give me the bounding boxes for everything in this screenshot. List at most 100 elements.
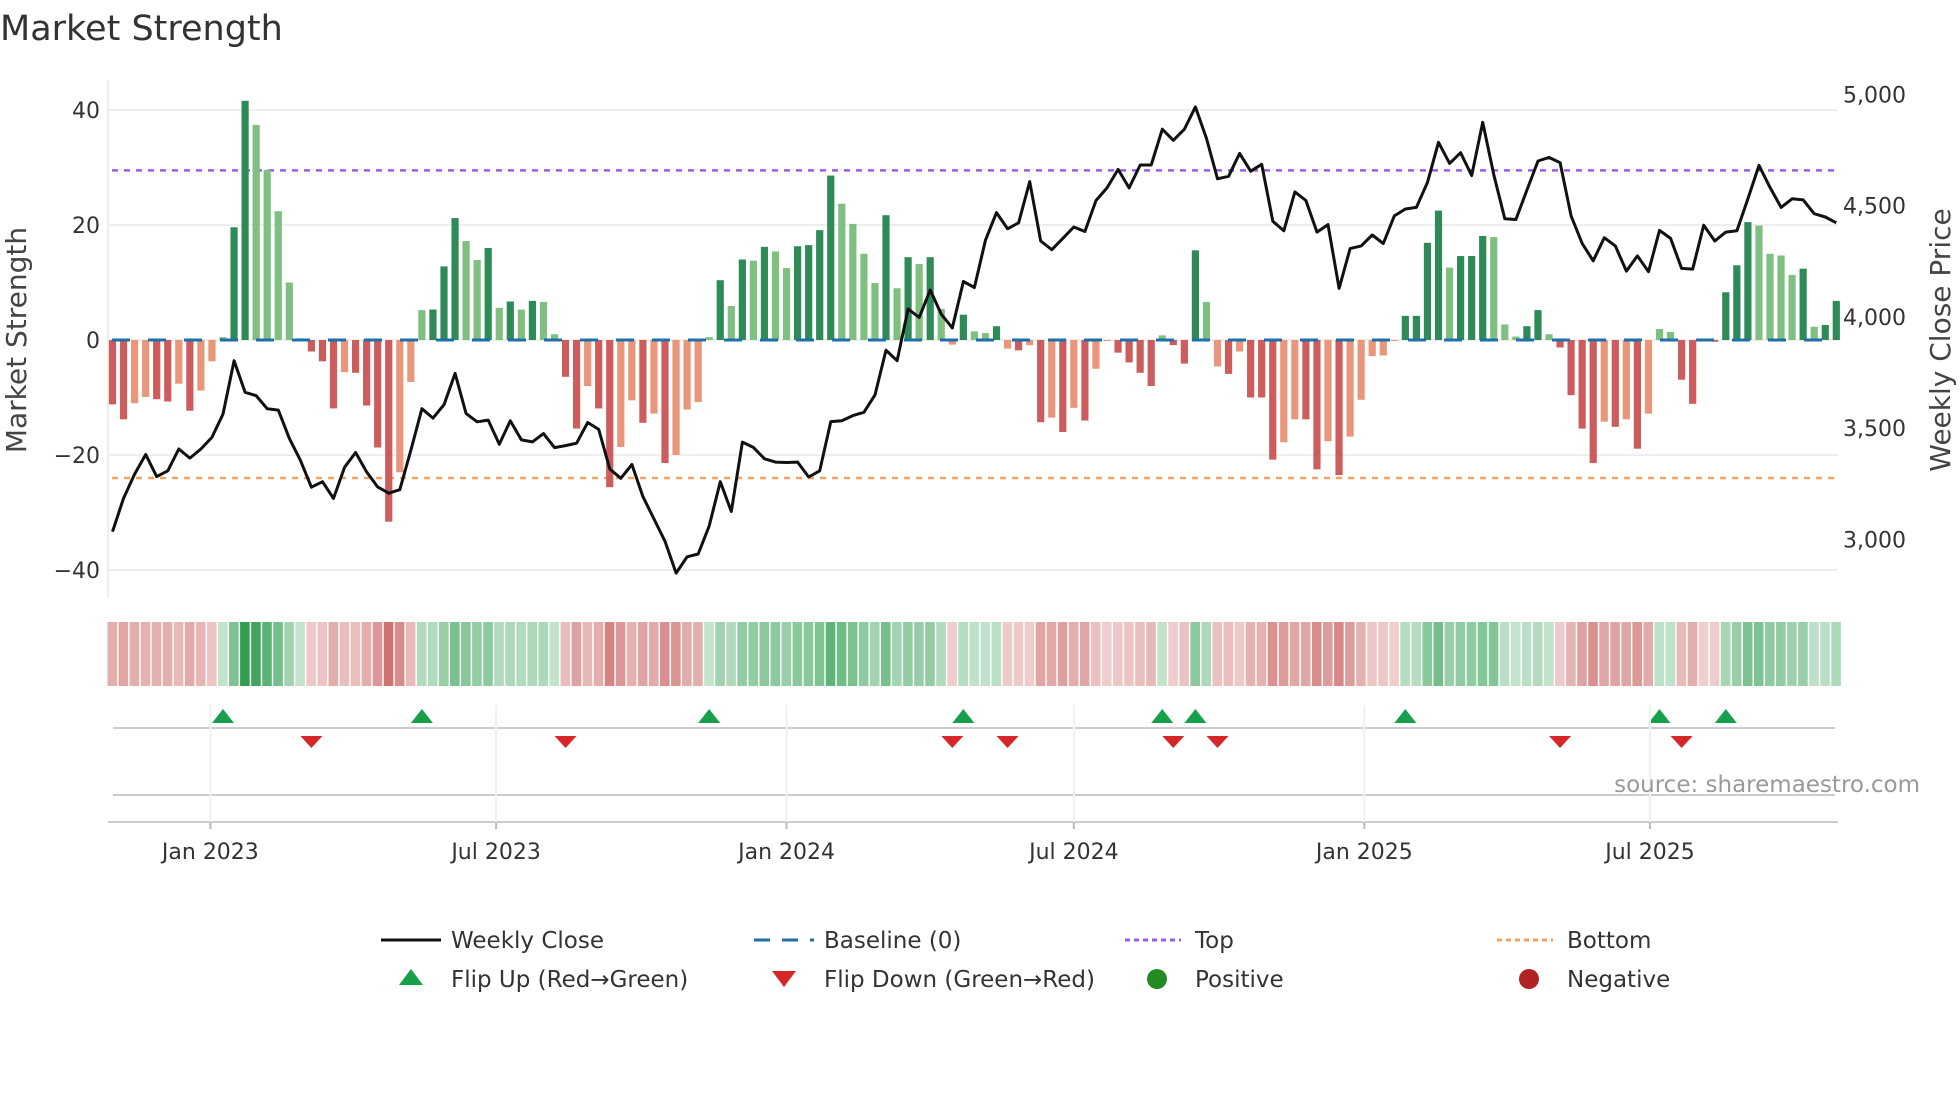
- flip-up-marker: [1394, 709, 1417, 723]
- strength-bar: [1379, 340, 1387, 356]
- strip-cell: [1610, 622, 1620, 686]
- strip-cell: [1687, 622, 1698, 686]
- strip-cell: [903, 622, 913, 686]
- strip-cell: [726, 622, 736, 686]
- strip-cell: [1035, 622, 1046, 686]
- strip-cell: [1245, 622, 1256, 686]
- strip-cell: [1300, 622, 1311, 686]
- strength-bar: [1733, 265, 1741, 340]
- strip-cell: [1809, 622, 1819, 686]
- strength-bar: [1412, 315, 1420, 340]
- strip-cell: [858, 622, 869, 686]
- strength-bar: [661, 340, 669, 464]
- strip-cell: [836, 622, 847, 686]
- strength-bar: [573, 340, 581, 429]
- strength-bar: [1744, 222, 1752, 340]
- flip-up-marker: [1151, 709, 1174, 723]
- strip-cell: [847, 622, 858, 686]
- strip-cell: [350, 622, 361, 686]
- strip-cell: [814, 622, 825, 686]
- flip-down-marker: [1670, 736, 1693, 748]
- strength-bar: [1280, 340, 1288, 443]
- strip-cell: [118, 622, 129, 686]
- strip-cell: [1510, 622, 1521, 686]
- strip-cell: [1433, 622, 1444, 686]
- strip-cell: [1278, 622, 1289, 686]
- strip-cell: [1378, 622, 1388, 686]
- legend-flip-up-icon: [399, 969, 423, 985]
- strip-cell: [1356, 622, 1366, 686]
- strength-bar: [1832, 300, 1840, 340]
- strength-bar: [1147, 340, 1155, 386]
- x-tick-label: Jul 2024: [1027, 840, 1119, 865]
- strip-cell: [1488, 622, 1499, 686]
- strip-cell: [560, 622, 571, 686]
- strength-bar: [1457, 256, 1465, 340]
- strength-bar: [517, 309, 525, 340]
- strength-bar: [1247, 340, 1255, 398]
- flip-up-marker: [698, 709, 721, 723]
- flip-down-marker: [554, 736, 577, 748]
- strip-cell: [1367, 622, 1377, 686]
- strength-bar: [760, 246, 769, 340]
- strength-bar: [108, 340, 117, 405]
- strip-cell: [1124, 622, 1134, 686]
- strip-cell: [660, 622, 670, 686]
- strength-bar: [838, 203, 846, 340]
- strip-cell: [1157, 622, 1167, 686]
- strength-bar: [1479, 235, 1487, 340]
- strip-cell: [1057, 622, 1068, 686]
- flip-up-marker: [410, 709, 433, 723]
- strip-cell: [1256, 622, 1267, 686]
- strength-bar: [1346, 340, 1354, 437]
- strength-bar: [871, 283, 879, 340]
- strip-cell: [1521, 622, 1532, 686]
- strength-bar: [528, 300, 536, 340]
- strip-cell: [317, 622, 328, 686]
- strength-bar: [197, 340, 205, 391]
- strip-cell: [1643, 622, 1654, 686]
- strip-cell: [328, 622, 339, 686]
- legend-label: Baseline (0): [824, 928, 961, 954]
- strip-cell: [1676, 622, 1687, 686]
- strength-bar: [1136, 340, 1144, 373]
- strength-bar: [142, 340, 150, 397]
- strength-bar: [175, 340, 183, 384]
- strength-bar: [849, 223, 857, 340]
- flip-down-marker: [996, 736, 1019, 748]
- strength-bar: [1048, 340, 1056, 418]
- strength-bar: [1534, 310, 1542, 340]
- strength-bar: [738, 259, 746, 340]
- strength-bar: [1633, 340, 1641, 449]
- strength-bar: [805, 245, 813, 340]
- strip-cell: [383, 622, 394, 686]
- strength-bar: [1799, 268, 1807, 340]
- strength-bar: [1545, 334, 1553, 340]
- strip-cell: [284, 622, 294, 686]
- strip-cell: [648, 622, 659, 686]
- strength-bar: [1468, 256, 1476, 340]
- strip-cell: [1776, 622, 1786, 686]
- strip-cell: [936, 622, 946, 686]
- strip-cell: [195, 622, 206, 686]
- strength-bar: [363, 340, 371, 406]
- strip-cell: [1046, 622, 1057, 686]
- strip-cell: [748, 622, 758, 686]
- strip-cell: [1212, 622, 1223, 686]
- strength-bar: [495, 307, 503, 340]
- strength-bar: [1313, 340, 1321, 470]
- strip-cell: [1002, 622, 1013, 686]
- strip-cell: [1444, 622, 1455, 686]
- strength-bar: [1037, 340, 1045, 423]
- strength-bar: [1070, 340, 1078, 408]
- strip-cell: [494, 622, 504, 686]
- strip-cell: [1168, 622, 1178, 686]
- strength-heat-strip: [107, 622, 1841, 686]
- legend-flip-down-icon: [772, 971, 796, 987]
- strength-bar: [1578, 340, 1586, 429]
- strength-bar: [418, 310, 426, 340]
- strip-cell: [1090, 622, 1101, 686]
- y2-tick-label: 3,000: [1843, 528, 1906, 553]
- strip-cell: [781, 622, 792, 686]
- strip-cell: [1267, 622, 1278, 686]
